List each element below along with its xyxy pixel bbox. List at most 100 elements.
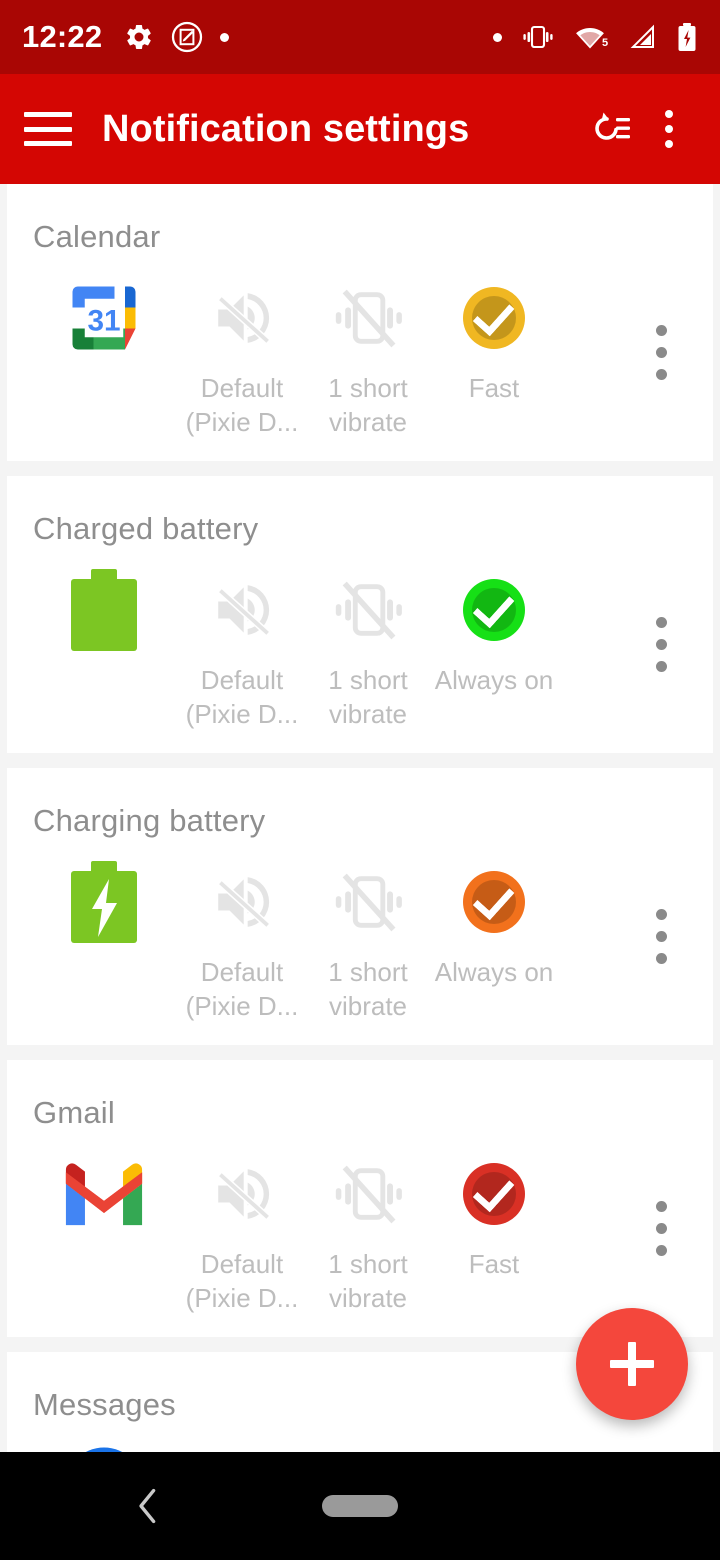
battery-charging-icon <box>71 861 137 943</box>
hamburger-line <box>24 126 72 132</box>
dot <box>656 325 667 336</box>
status-bar: 12:22 5 <box>0 0 720 74</box>
battery-body <box>71 579 137 651</box>
card-row: Default (Pixie D... 1 short vibrat <box>7 861 713 1023</box>
sound-column[interactable]: Default (Pixie D... <box>179 569 305 731</box>
battery-shape <box>71 569 137 651</box>
led-column[interactable]: Fast <box>431 277 557 405</box>
app-icon-column: 31 <box>29 277 179 359</box>
sound-column[interactable]: Default (Pixie D... <box>179 861 305 1023</box>
notification-card[interactable]: Gmail Default (Pixie D... 1 short vibrat… <box>7 1060 713 1337</box>
led-column[interactable]: Always on <box>431 569 557 697</box>
sound-label: Default (Pixie D... <box>185 957 299 1021</box>
google-calendar-icon: 31 <box>62 277 146 359</box>
svg-text:5: 5 <box>602 37 608 49</box>
vibration-label: 1 short vibrate <box>328 957 408 1021</box>
row-more-vert-icon[interactable] <box>656 909 667 964</box>
battery-full-icon <box>71 569 137 651</box>
notification-card[interactable]: Charging battery Default (Pixie D... 1 s… <box>7 768 713 1045</box>
sound-label: Default (Pixie D... <box>185 665 299 729</box>
row-more-vert-icon[interactable] <box>656 1201 667 1256</box>
volume-off-icon <box>206 861 278 943</box>
sound-label: Default (Pixie D... <box>185 373 299 437</box>
volume-off-icon <box>206 1153 278 1235</box>
check-glyph <box>472 1169 515 1212</box>
menu-button[interactable] <box>24 107 76 151</box>
volume-off-icon <box>206 569 278 651</box>
vibration-column[interactable]: 1 short vibrate <box>305 861 431 1023</box>
dot <box>665 140 673 148</box>
check-glyph <box>472 877 515 920</box>
app-icon-column <box>29 1153 179 1235</box>
volume-off-icon <box>206 277 278 359</box>
sound-column[interactable]: Default (Pixie D... <box>179 1153 305 1315</box>
notification-card[interactable]: Calendar 31 Default (Pixie D... 1 short … <box>7 184 713 461</box>
led-label: Always on <box>434 665 554 695</box>
hamburger-line <box>24 112 72 117</box>
vibration-off-icon <box>332 569 404 651</box>
card-title: Calendar <box>33 219 161 254</box>
more-vert-icon[interactable] <box>642 98 696 160</box>
led-color-swatch <box>463 1163 525 1225</box>
row-more-vert-icon[interactable] <box>656 617 667 672</box>
led-label: Always on <box>434 957 554 987</box>
card-title: Charging battery <box>33 803 266 838</box>
led-column[interactable]: Fast <box>431 1153 557 1281</box>
check-circle-icon <box>463 277 525 359</box>
led-label: Fast <box>468 373 520 403</box>
check-circle-icon <box>463 569 525 651</box>
sound-column[interactable]: Default (Pixie D... <box>179 277 305 439</box>
vibration-label: 1 short vibrate <box>328 665 408 729</box>
check-glyph <box>472 585 515 628</box>
app-bar: Notification settings <box>0 74 720 184</box>
dot <box>665 110 673 118</box>
dot <box>656 617 667 628</box>
dot <box>656 661 667 672</box>
chevron-left-icon[interactable] <box>118 1476 178 1536</box>
row-more-vert-icon[interactable] <box>656 325 667 380</box>
status-bar-left: 12:22 <box>22 19 246 55</box>
app-icon-column <box>29 569 179 651</box>
dot-icon <box>493 32 502 42</box>
vibration-column[interactable]: 1 short vibrate <box>305 1153 431 1315</box>
vibrate-icon <box>521 22 555 52</box>
status-clock: 12:22 <box>22 19 103 54</box>
vibration-column[interactable]: 1 short vibrate <box>305 569 431 731</box>
dot <box>656 639 667 650</box>
dot-icon <box>220 32 230 42</box>
check-circle-icon <box>463 861 525 943</box>
add-button[interactable] <box>576 1308 688 1420</box>
app-icon-column <box>29 861 179 943</box>
notification-card[interactable]: Charged battery Default (Pixie D... 1 sh… <box>7 476 713 753</box>
led-color-swatch <box>463 287 525 349</box>
dot <box>656 953 667 964</box>
sound-label: Default (Pixie D... <box>185 1249 299 1313</box>
home-pill-icon[interactable] <box>322 1495 398 1517</box>
plus-icon <box>628 1342 636 1386</box>
wifi-icon: 5 <box>574 22 610 52</box>
card-row: Default (Pixie D... 1 short vibrat <box>7 569 713 731</box>
dot <box>656 347 667 358</box>
vibration-column[interactable]: 1 short vibrate <box>305 277 431 439</box>
led-label: Fast <box>468 1249 520 1279</box>
vibration-label: 1 short vibrate <box>328 1249 408 1313</box>
dot <box>656 369 667 380</box>
card-title: Charged battery <box>33 511 259 546</box>
status-bar-right: 5 <box>474 22 698 52</box>
navigation-bar <box>0 1452 720 1560</box>
screenshot-edit-icon <box>171 21 203 53</box>
signal-icon <box>629 23 657 51</box>
dot <box>665 125 673 133</box>
card-row: 31 Default (Pixie D... 1 short vibrate F… <box>7 277 713 439</box>
card-title: Gmail <box>33 1095 115 1130</box>
vibration-label: 1 short vibrate <box>328 373 408 437</box>
hamburger-line <box>24 141 72 146</box>
vibration-off-icon <box>332 1153 404 1235</box>
dot <box>656 1245 667 1256</box>
led-column[interactable]: Always on <box>431 861 557 989</box>
refresh-list-icon[interactable] <box>580 98 642 160</box>
vibration-off-icon <box>332 277 404 359</box>
dot <box>656 1201 667 1212</box>
phone-screen: 12:22 5 Notification settings Calendar 3… <box>0 0 720 1560</box>
vibration-off-icon <box>332 861 404 943</box>
